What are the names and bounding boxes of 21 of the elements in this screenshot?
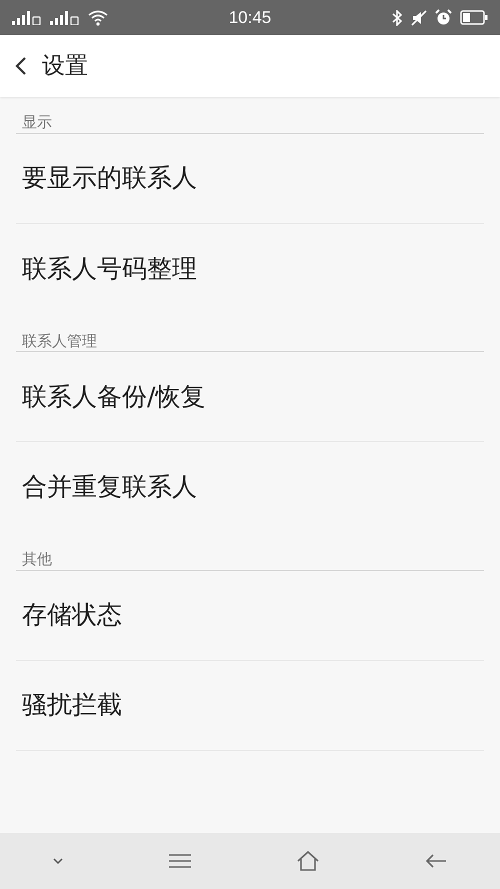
settings-item[interactable]: 要显示的联系人	[16, 134, 484, 224]
alarm-icon	[434, 9, 452, 26]
section-header: 显示	[22, 113, 52, 131]
back-button[interactable]	[14, 55, 28, 77]
settings-item[interactable]: 联系人备份/恢复	[16, 352, 484, 442]
wifi-icon	[88, 10, 108, 26]
settings-item[interactable]: 合并重复联系人	[16, 442, 484, 532]
status-time: 10:45	[228, 6, 272, 29]
back-icon[interactable]	[424, 853, 448, 869]
chevron-down-icon[interactable]	[52, 857, 64, 865]
settings-item[interactable]: 骚扰拦截	[16, 660, 484, 750]
home-icon[interactable]	[296, 850, 320, 872]
settings-item[interactable]: 存储状态	[16, 570, 484, 660]
section-header: 联系人管理	[22, 332, 97, 350]
page-title: 设置	[42, 52, 88, 81]
settings-item[interactable]: 联系人号码整理	[16, 224, 484, 314]
mute-icon	[410, 10, 427, 26]
battery-icon	[460, 10, 488, 25]
section-header: 其他	[22, 550, 52, 568]
bluetooth-icon	[390, 10, 403, 26]
menu-icon[interactable]	[168, 853, 192, 869]
